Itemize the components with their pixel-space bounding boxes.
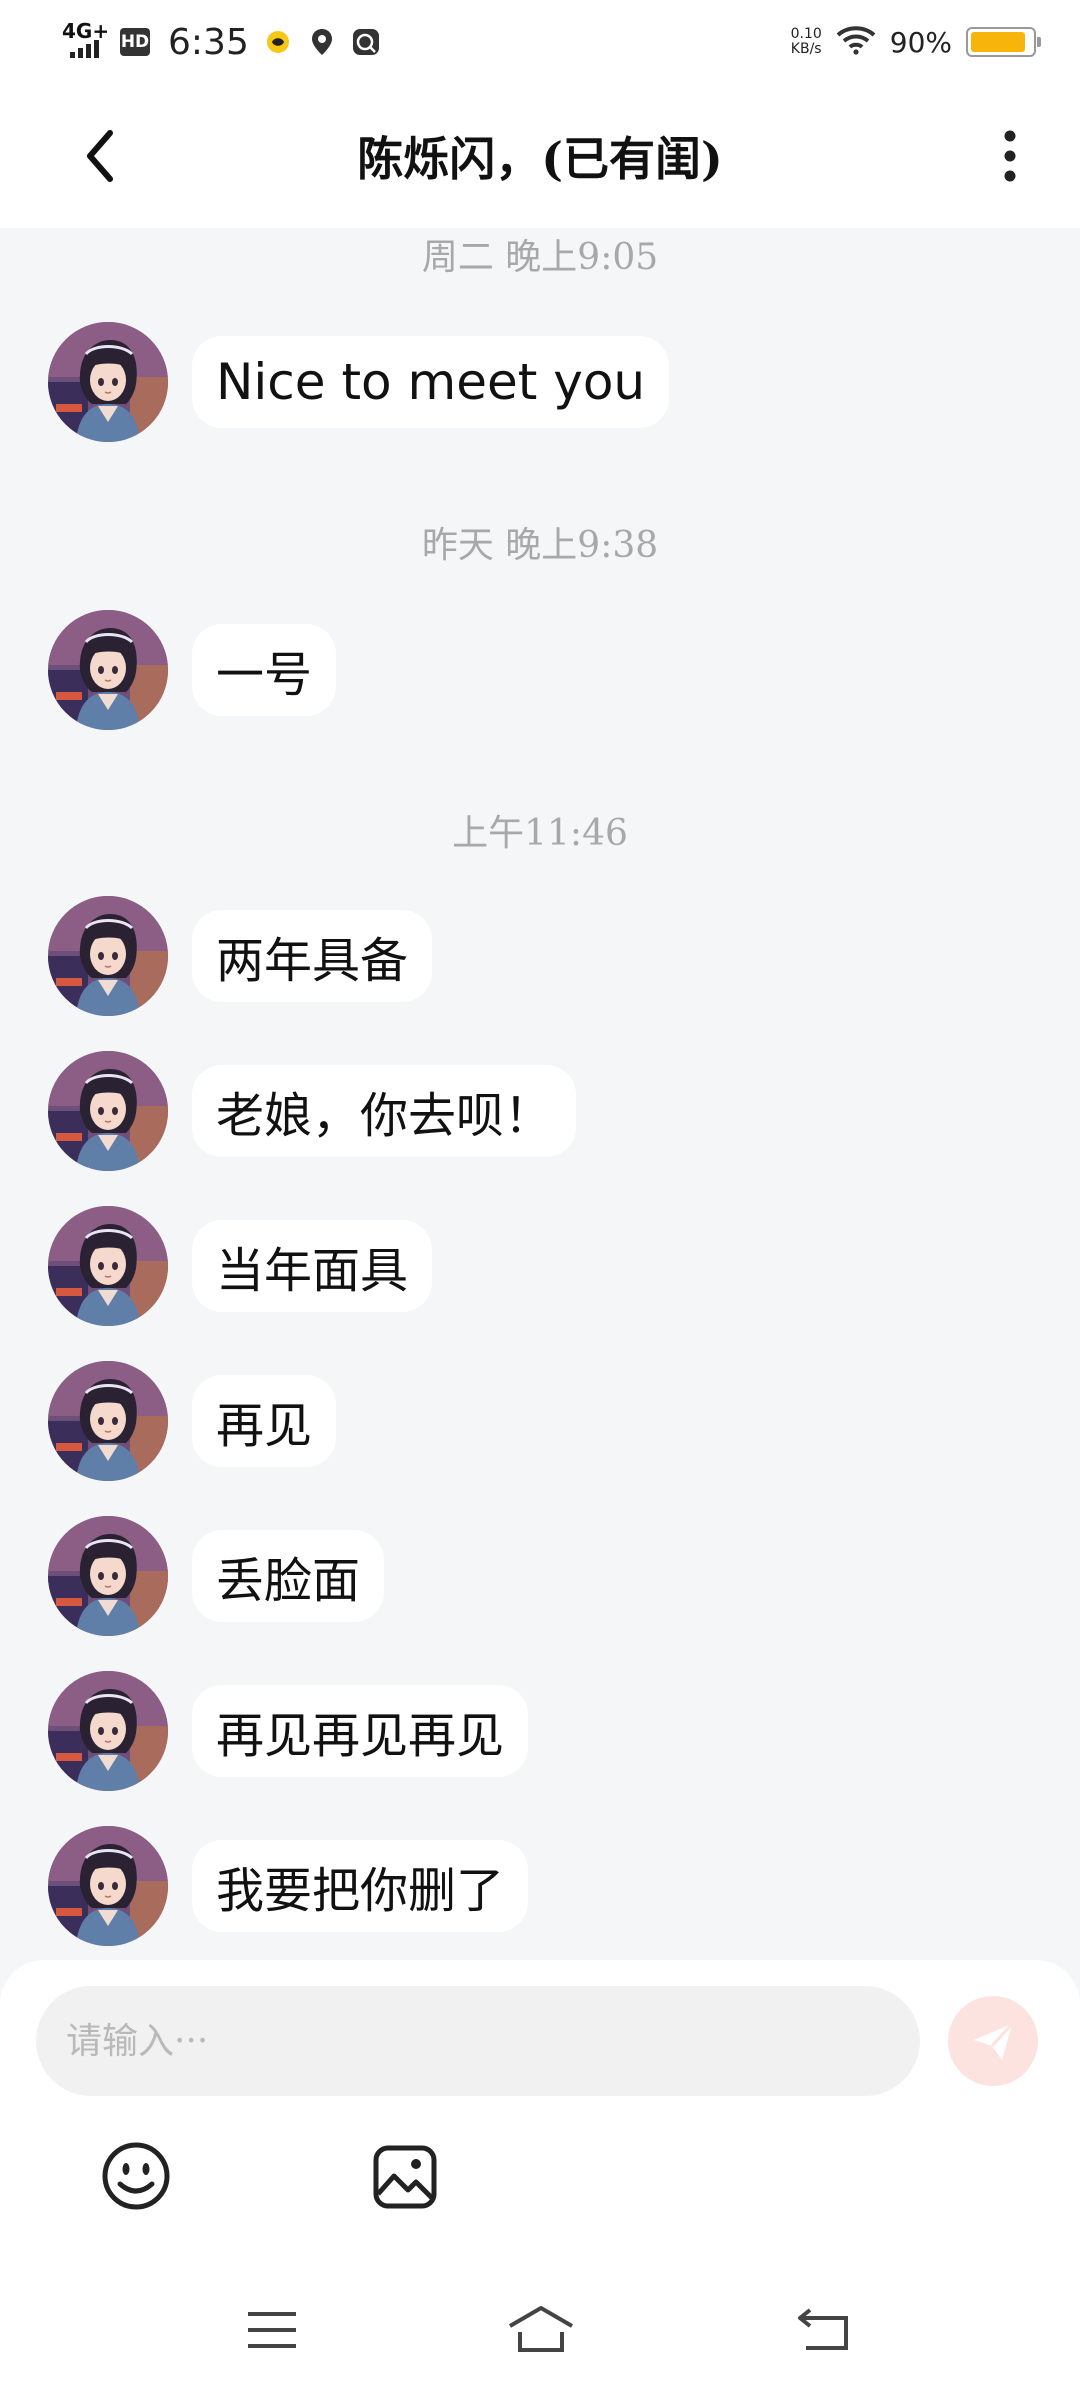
more-options-button[interactable] [980, 126, 1040, 186]
message-row: 当年面具 [48, 1204, 433, 1328]
baidu-icon [351, 27, 381, 57]
system-nav-bar [0, 2290, 1080, 2380]
message-bubble[interactable]: 丢脸面 [192, 1530, 385, 1622]
message-bubble[interactable]: 再见再见再见 [192, 1685, 529, 1777]
message-bubble[interactable]: 老娘，你去呗！ [192, 1065, 577, 1157]
emoji-icon [102, 2142, 170, 2210]
chat-header: 陈烁闪，(已有闺) [0, 84, 1080, 228]
message-row: 再见 [48, 1359, 337, 1483]
more-vertical-icon [1004, 130, 1016, 182]
timestamp: 周二 晚上9:05 [421, 237, 659, 278]
message-bubble[interactable]: 两年具备 [192, 910, 433, 1002]
battery-fill [971, 32, 1025, 52]
chevron-left-icon [87, 130, 113, 182]
back-button[interactable] [70, 126, 130, 186]
message-row: 两年具备 [48, 894, 433, 1018]
battery-percent: 90% [889, 25, 952, 59]
home-icon [508, 2306, 574, 2352]
avatar[interactable] [48, 1206, 168, 1326]
avatar[interactable] [48, 322, 168, 442]
page-title: 陈烁闪，(已有闺) [357, 132, 723, 186]
network-speed: 0.10 KB/s [791, 27, 822, 57]
image-icon [373, 2145, 437, 2209]
message-composer [0, 1960, 1080, 2400]
timestamp: 上午11:46 [452, 813, 628, 854]
timestamp: 昨天 晚上9:38 [421, 525, 659, 566]
send-button[interactable] [948, 1996, 1038, 2086]
send-icon [974, 2022, 1014, 2060]
battery-icon [966, 27, 1041, 57]
avatar[interactable] [48, 610, 168, 730]
system-back-button[interactable] [796, 2304, 852, 2354]
clock: 6:35 [168, 21, 249, 63]
message-bubble[interactable]: 再见 [192, 1375, 337, 1467]
speed-value: 0.10 [790, 26, 822, 42]
wifi-icon [836, 25, 876, 59]
avatar[interactable] [48, 896, 168, 1016]
message-row: 我要把你删了 [48, 1824, 529, 1948]
menu-button[interactable] [244, 2306, 300, 2354]
speed-unit: KB/s [790, 41, 822, 57]
location-icon [307, 27, 337, 57]
avatar[interactable] [48, 1051, 168, 1171]
message-list[interactable]: 周二 晚上9:05 Nice to meet you 昨天 晚上9:38 一号 … [0, 228, 1080, 1960]
back-icon [798, 2308, 848, 2350]
signal-icon: 4G+ [62, 19, 110, 62]
message-bubble[interactable]: 当年面具 [192, 1220, 433, 1312]
hd-icon: HD [120, 28, 150, 56]
avatar[interactable] [48, 1671, 168, 1791]
status-bar: 4G+ HD 6:35 0.10 KB/s 90% [0, 0, 1080, 84]
message-bubble[interactable]: 我要把你删了 [192, 1840, 529, 1932]
network-type: 4G+ [62, 19, 110, 43]
message-row: 丢脸面 [48, 1514, 385, 1638]
message-row: 老娘，你去呗！ [48, 1049, 577, 1173]
message-row: Nice to meet you [48, 320, 670, 444]
message-input[interactable] [36, 1986, 920, 2096]
menu-icon [248, 2312, 296, 2348]
avatar[interactable] [48, 1516, 168, 1636]
emoji-button[interactable] [100, 2140, 172, 2212]
image-button[interactable] [372, 2144, 438, 2210]
avatar[interactable] [48, 1826, 168, 1946]
message-bubble[interactable]: Nice to meet you [192, 336, 670, 428]
home-button[interactable] [506, 2302, 576, 2356]
message-bubble[interactable]: 一号 [192, 624, 337, 716]
qq-notification-icon [263, 27, 293, 57]
message-row: 再见再见再见 [48, 1669, 529, 1793]
message-row: 一号 [48, 608, 337, 732]
avatar[interactable] [48, 1361, 168, 1481]
